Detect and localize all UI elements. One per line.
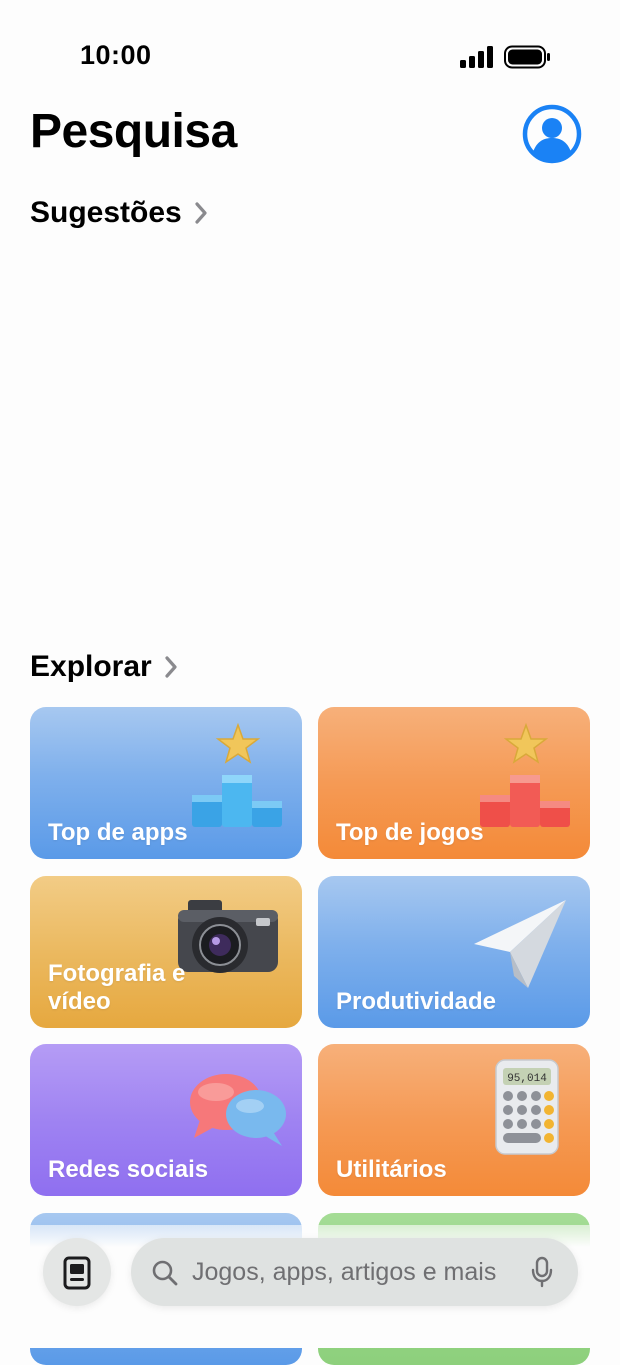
category-card-photo-video[interactable]: Fotografia e vídeo <box>30 876 302 1028</box>
category-card-top-games[interactable]: Top de jogos <box>318 707 590 859</box>
suggestions-section-header[interactable]: Sugestões <box>30 196 208 230</box>
search-icon <box>152 1260 178 1286</box>
category-label: Fotografia e vídeo <box>48 960 186 1015</box>
category-label: Top de apps <box>48 819 188 846</box>
paper-plane-icon <box>474 900 566 988</box>
search-field[interactable]: Jogos, apps, artigos e mais <box>131 1238 578 1306</box>
status-bar: 10:00 <box>0 0 620 110</box>
today-icon <box>63 1256 91 1290</box>
account-avatar-icon[interactable] <box>522 104 582 164</box>
calculator-display: 95,014 <box>507 1073 547 1085</box>
category-label: Top de jogos <box>336 819 484 846</box>
calculator-icon: 95,014 <box>495 1059 559 1155</box>
today-tab-button[interactable] <box>43 1238 111 1306</box>
cellular-signal-icon <box>460 46 493 68</box>
chevron-right-icon <box>195 202 207 224</box>
explore-section-label: Explorar <box>30 650 152 683</box>
status-time: 10:00 <box>80 40 152 70</box>
category-label: Produtividade <box>336 988 497 1015</box>
category-card-top-apps[interactable]: Top de apps <box>30 707 302 859</box>
category-label: Utilitários <box>336 1156 447 1183</box>
chat-bubbles-icon <box>190 1074 286 1146</box>
microphone-icon[interactable] <box>531 1256 553 1288</box>
category-card-social-networks[interactable]: Redes sociais <box>30 1044 302 1196</box>
category-card-productivity[interactable]: Produtividade <box>318 876 590 1028</box>
category-card-utilities[interactable]: 95,014 Utilitários <box>318 1044 590 1196</box>
explore-section-header[interactable]: Explorar <box>30 650 178 684</box>
page-title: Pesquisa <box>30 105 237 158</box>
category-label: Redes sociais <box>48 1156 209 1183</box>
battery-icon <box>504 45 550 69</box>
chevron-right-icon <box>165 656 177 678</box>
suggestions-section-label: Sugestões <box>30 196 182 229</box>
search-placeholder: Jogos, apps, artigos e mais <box>192 1258 497 1286</box>
